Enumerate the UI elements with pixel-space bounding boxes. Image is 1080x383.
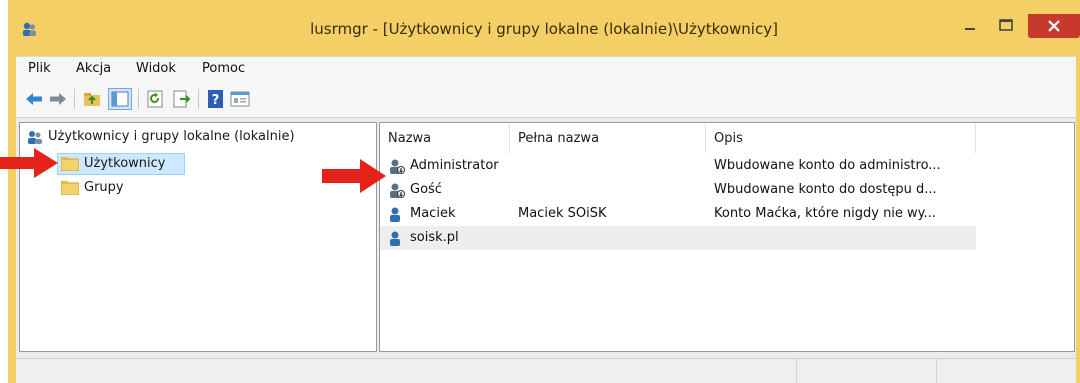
menu-pomoc[interactable]: Pomoc	[202, 61, 245, 76]
forward-icon[interactable]	[48, 90, 68, 108]
cell-name: Administrator	[410, 158, 499, 173]
folder-icon	[61, 157, 79, 171]
menu-widok[interactable]: Widok	[136, 61, 176, 76]
cell-description: Wbudowane konto do administro...	[714, 158, 941, 173]
red-arrow-icon	[322, 159, 386, 193]
cell-description: Wbudowane konto do dostępu d...	[714, 182, 937, 197]
cell-description: Konto Maćka, które nigdy nie wy...	[714, 206, 936, 221]
status-bar	[16, 358, 1076, 383]
export-icon[interactable]	[172, 90, 192, 108]
cell-name: Maciek	[410, 206, 456, 221]
cell-full-name: Maciek SOiSK	[518, 206, 607, 221]
column-header-label: Pełna nazwa	[518, 131, 600, 146]
column-header-label: Nazwa	[388, 131, 432, 146]
maximize-icon	[999, 19, 1013, 31]
column-header-pelna-nazwa[interactable]: Pełna nazwa	[510, 123, 706, 153]
close-button[interactable]	[1028, 14, 1080, 38]
tree-item-grupy[interactable]: Grupy	[84, 180, 124, 195]
help-icon[interactable]: ?	[206, 90, 226, 108]
properties-icon[interactable]	[230, 90, 250, 108]
red-arrow-icon	[0, 148, 58, 178]
folder-icon	[61, 181, 79, 195]
tree-item-uzytkownicy[interactable]: Użytkownicy	[84, 156, 165, 171]
toolbar: ?	[16, 81, 1076, 117]
user-disabled-icon	[390, 183, 405, 198]
menu-akcja[interactable]: Akcja	[76, 61, 111, 76]
up-folder-icon[interactable]	[82, 90, 102, 108]
user-icon	[390, 207, 400, 222]
toolbar-separator	[198, 89, 199, 109]
toolbar-separator	[74, 89, 75, 109]
table-row[interactable]: Maciek Maciek SOiSK Konto Maćka, które n…	[380, 202, 976, 226]
app-window: lusrmgr - [Użytkownicy i grupy lokalne (…	[8, 0, 1080, 383]
column-header-empty	[976, 123, 1074, 153]
close-icon	[1048, 20, 1060, 32]
refresh-icon[interactable]	[146, 90, 166, 108]
status-divider	[936, 359, 938, 383]
menu-bar: Plik Akcja Widok Pomoc	[16, 56, 1076, 81]
maximize-button[interactable]	[992, 14, 1020, 38]
window-title: lusrmgr - [Użytkownicy i grupy lokalne (…	[310, 20, 778, 38]
user-icon	[390, 231, 400, 246]
column-header-nazwa[interactable]: Nazwa	[380, 123, 510, 153]
table-row[interactable]: Gość Wbudowane konto do dostępu d...	[380, 178, 976, 202]
users-groups-icon	[28, 131, 42, 144]
table-row[interactable]: soisk.pl	[380, 226, 976, 250]
column-header-label: Opis	[714, 131, 743, 146]
menu-plik[interactable]: Plik	[28, 61, 51, 76]
toolbar-separator	[138, 89, 139, 109]
tree-root-label[interactable]: Użytkownicy i grupy lokalne (lokalnie)	[48, 129, 295, 144]
content-area: Użytkownicy i grupy lokalne (lokalnie) U…	[16, 117, 1076, 383]
table-row[interactable]: Administrator Wbudowane konto do adminis…	[380, 154, 976, 178]
column-header-opis[interactable]: Opis	[706, 123, 976, 153]
status-divider	[796, 359, 798, 383]
cell-name: Gość	[410, 182, 442, 197]
list-pane[interactable]: Nazwa Pełna nazwa Opis Administrator Wbu…	[379, 122, 1075, 352]
title-bar[interactable]: lusrmgr - [Użytkownicy i grupy lokalne (…	[8, 0, 1080, 48]
minimize-button[interactable]	[956, 14, 984, 38]
minimize-icon	[965, 28, 975, 30]
cell-name: soisk.pl	[410, 230, 459, 245]
show-tree-icon[interactable]	[108, 88, 132, 110]
svg-text:?: ?	[212, 93, 220, 108]
user-disabled-icon	[390, 159, 405, 174]
back-icon[interactable]	[24, 90, 44, 108]
